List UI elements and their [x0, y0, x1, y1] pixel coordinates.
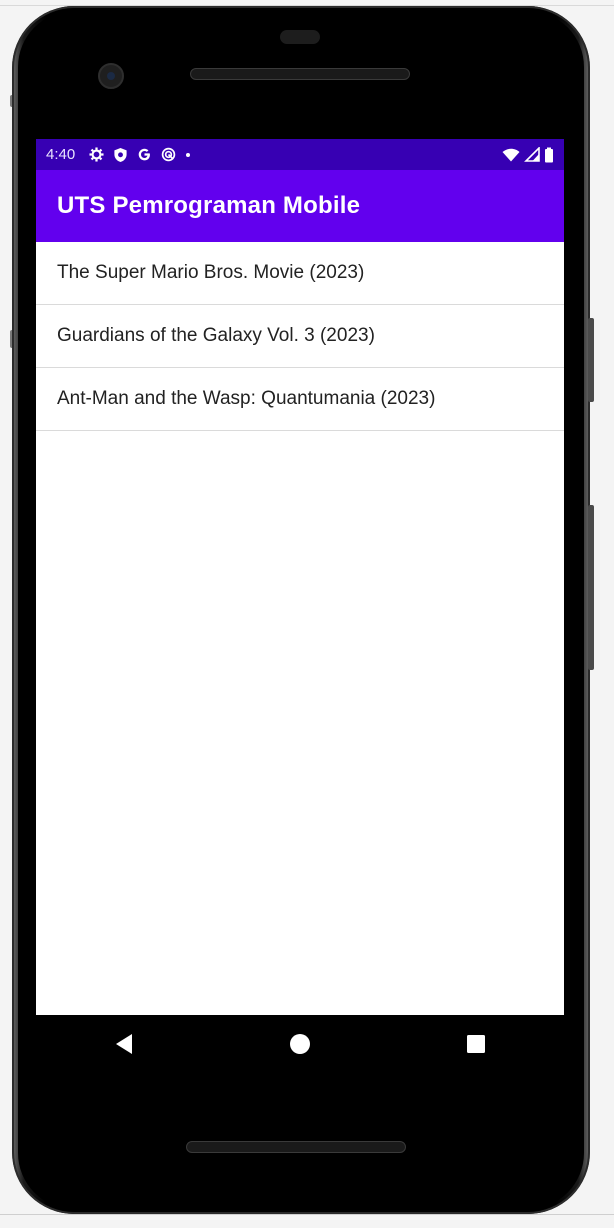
bottom-speaker	[186, 1141, 406, 1153]
wifi-icon	[502, 148, 520, 162]
earpiece	[280, 30, 320, 44]
navigation-bar	[36, 1015, 564, 1077]
movie-title: The Super Mario Bros. Movie (2023)	[57, 262, 365, 283]
app-bar: UTS Pemrograman Mobile	[36, 170, 564, 242]
system-status-icons	[502, 147, 554, 163]
movie-list: The Super Mario Bros. Movie (2023) Guard…	[36, 242, 564, 431]
shield-icon	[113, 147, 128, 163]
google-icon	[137, 147, 152, 162]
app-title: UTS Pemrograman Mobile	[57, 192, 361, 219]
notification-icons	[89, 147, 191, 163]
recents-button[interactable]	[456, 1026, 496, 1066]
recents-icon	[466, 1034, 486, 1059]
list-item[interactable]: Guardians of the Galaxy Vol. 3 (2023)	[36, 305, 564, 368]
list-item[interactable]: Ant-Man and the Wasp: Quantumania (2023)	[36, 368, 564, 431]
movie-title: Guardians of the Galaxy Vol. 3 (2023)	[57, 325, 375, 346]
home-button[interactable]	[280, 1026, 320, 1066]
front-camera-icon	[98, 63, 124, 89]
gear-icon	[89, 147, 104, 162]
top-speaker	[190, 68, 410, 80]
dot-icon	[185, 152, 191, 158]
sync-icon	[161, 147, 176, 162]
back-button[interactable]	[104, 1026, 144, 1066]
divider	[0, 1214, 614, 1215]
battery-icon	[544, 147, 554, 163]
home-icon	[289, 1033, 311, 1060]
power-button[interactable]	[588, 318, 594, 402]
device-screen: 4:40 UTS Pemrograman Mobile The Super Ma…	[36, 139, 564, 1015]
movie-title: Ant-Man and the Wasp: Quantumania (2023)	[57, 388, 436, 409]
volume-button[interactable]	[588, 505, 594, 670]
status-bar: 4:40	[36, 139, 564, 170]
status-time: 4:40	[46, 146, 76, 163]
list-item[interactable]: The Super Mario Bros. Movie (2023)	[36, 242, 564, 305]
signal-icon	[524, 147, 540, 162]
back-icon	[114, 1033, 134, 1060]
